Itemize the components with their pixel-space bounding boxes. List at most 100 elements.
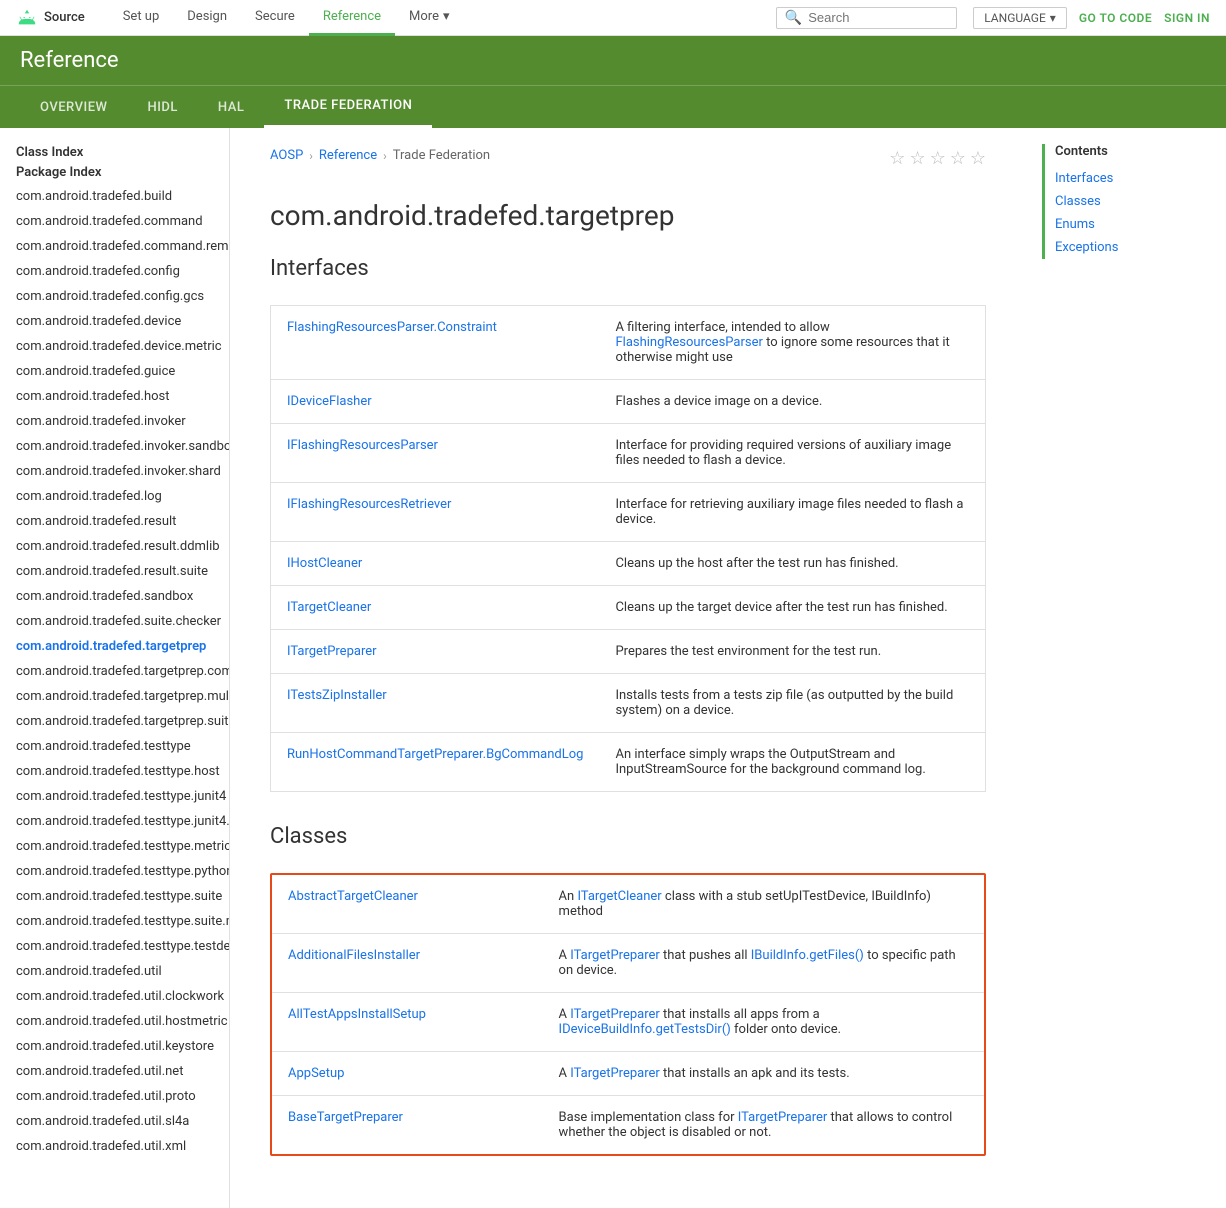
sidebar-link-18[interactable]: com.android.tradefed.targetprep — [0, 634, 229, 659]
star-5[interactable]: ☆ — [970, 148, 986, 169]
nav-setup[interactable]: Set up — [109, 0, 174, 36]
sidebar-link-0[interactable]: com.android.tradefed.build — [0, 184, 229, 209]
nav-design[interactable]: Design — [173, 0, 241, 36]
sidebar-link-20[interactable]: com.android.tradefed.targetprep.multi — [0, 684, 229, 709]
sidebar-link-30[interactable]: com.android.tradefed.testtype.testdefs — [0, 934, 229, 959]
interface-link-0[interactable]: FlashingResourcesParser.Constraint — [287, 320, 497, 335]
sidebar-link-38[interactable]: com.android.tradefed.util.xml — [0, 1134, 229, 1159]
nav-reference[interactable]: Reference — [309, 0, 395, 36]
search-input[interactable] — [808, 10, 948, 25]
sidebar-link-23[interactable]: com.android.tradefed.testtype.host — [0, 759, 229, 784]
sidebar-link-36[interactable]: com.android.tradefed.util.proto — [0, 1084, 229, 1109]
right-toc-link-1[interactable]: Classes — [1055, 190, 1206, 213]
sidebar-link-34[interactable]: com.android.tradefed.util.keystore — [0, 1034, 229, 1059]
sidebar-link-25[interactable]: com.android.tradefed.testtype.junit4.bui… — [0, 809, 229, 834]
sidebar-link-1[interactable]: com.android.tradefed.command — [0, 209, 229, 234]
interface-link-4[interactable]: IHostCleaner — [287, 556, 362, 571]
sign-in-button[interactable]: SIGN IN — [1164, 11, 1210, 25]
star-1[interactable]: ☆ — [889, 148, 905, 169]
nav-more[interactable]: More ▾ — [395, 0, 463, 36]
class-link-4[interactable]: BaseTargetPreparer — [288, 1110, 403, 1125]
sidebar-link-32[interactable]: com.android.tradefed.util.clockwork — [0, 984, 229, 1009]
subnav-trade-federation[interactable]: TRADE FEDERATION — [264, 86, 432, 128]
class-link-0[interactable]: AbstractTargetCleaner — [288, 889, 418, 904]
interface-link-2[interactable]: IFlashingResourcesParser — [287, 438, 438, 453]
class-link-2[interactable]: AllTestAppsInstallSetup — [288, 1007, 426, 1022]
interface-desc-link-0[interactable]: FlashingResourcesParser — [615, 335, 762, 350]
language-button[interactable]: LANGUAGE ▾ — [973, 7, 1067, 29]
subnav-overview[interactable]: OVERVIEW — [20, 88, 127, 127]
class-desc-1: A ITargetPreparer that pushes all IBuild… — [543, 934, 984, 993]
reference-banner: Reference — [0, 36, 1226, 85]
subnav-hidl[interactable]: HIDL — [127, 88, 197, 127]
interface-link-8[interactable]: RunHostCommandTargetPreparer.BgCommandLo… — [287, 747, 583, 762]
sidebar-link-11[interactable]: com.android.tradefed.invoker.shard — [0, 459, 229, 484]
sidebar-link-4[interactable]: com.android.tradefed.config.gcs — [0, 284, 229, 309]
sidebar-link-27[interactable]: com.android.tradefed.testtype.python — [0, 859, 229, 884]
class-link-1[interactable]: AdditionalFilesInstaller — [288, 948, 420, 963]
sidebar-package-index-section: Package Index — [0, 164, 229, 180]
sidebar-link-31[interactable]: com.android.tradefed.util — [0, 959, 229, 984]
top-navigation: Source Set up Design Secure Reference Mo… — [0, 0, 1226, 36]
sidebar-link-2[interactable]: com.android.tradefed.command.remote — [0, 234, 229, 259]
class-desc-link-0[interactable]: ITargetCleaner — [577, 889, 661, 904]
class-desc-link-1[interactable]: IBuildInfo.getFiles() — [751, 948, 864, 963]
sidebar-link-33[interactable]: com.android.tradefed.util.hostmetric — [0, 1009, 229, 1034]
sidebar-link-35[interactable]: com.android.tradefed.util.net — [0, 1059, 229, 1084]
class-desc-link-2[interactable]: ITargetPreparer — [570, 1007, 660, 1022]
subnav-hal[interactable]: HAL — [198, 88, 264, 127]
sidebar-link-37[interactable]: com.android.tradefed.util.sl4a — [0, 1109, 229, 1134]
star-4[interactable]: ☆ — [950, 148, 966, 169]
interface-link-5[interactable]: ITargetCleaner — [287, 600, 371, 615]
interfaces-section-heading: Interfaces — [270, 256, 986, 289]
interfaces-table-row: IFlashingResourcesRetriever Interface for… — [271, 483, 986, 542]
interface-link-7[interactable]: ITestsZipInstaller — [287, 688, 387, 703]
sidebar-link-8[interactable]: com.android.tradefed.host — [0, 384, 229, 409]
sidebar-link-28[interactable]: com.android.tradefed.testtype.suite — [0, 884, 229, 909]
sidebar-link-10[interactable]: com.android.tradefed.invoker.sandbox — [0, 434, 229, 459]
sidebar-link-16[interactable]: com.android.tradefed.sandbox — [0, 584, 229, 609]
sidebar-class-index-section: Class Index — [0, 144, 229, 160]
sidebar-link-14[interactable]: com.android.tradefed.result.ddmlib — [0, 534, 229, 559]
sidebar-link-21[interactable]: com.android.tradefed.targetprep.suite — [0, 709, 229, 734]
sidebar-link-13[interactable]: com.android.tradefed.result — [0, 509, 229, 534]
right-toc-link-0[interactable]: Interfaces — [1055, 167, 1206, 190]
sidebar-link-15[interactable]: com.android.tradefed.result.suite — [0, 559, 229, 584]
sidebar-link-6[interactable]: com.android.tradefed.device.metric — [0, 334, 229, 359]
search-area[interactable]: 🔍 — [776, 7, 957, 29]
class-desc-link-1[interactable]: ITargetPreparer — [570, 948, 660, 963]
sidebar-link-7[interactable]: com.android.tradefed.guice — [0, 359, 229, 384]
interface-link-3[interactable]: IFlashingResourcesRetriever — [287, 497, 451, 512]
interface-link-6[interactable]: ITargetPreparer — [287, 644, 377, 659]
chevron-down-icon: ▾ — [443, 9, 450, 24]
sidebar-link-29[interactable]: com.android.tradefed.testtype.suite.modu… — [0, 909, 229, 934]
star-3[interactable]: ☆ — [930, 148, 946, 169]
sidebar-link-5[interactable]: com.android.tradefed.device — [0, 309, 229, 334]
star-2[interactable]: ☆ — [909, 148, 925, 169]
interfaces-table: FlashingResourcesParser.ConstraintA filt… — [270, 305, 986, 792]
logo[interactable]: Source — [16, 7, 85, 29]
right-toc-link-3[interactable]: Exceptions — [1055, 236, 1206, 259]
breadcrumb-reference[interactable]: Reference — [319, 148, 377, 163]
class-desc-link-4[interactable]: ITargetPreparer — [738, 1110, 828, 1125]
go-to-code-button[interactable]: GO TO CODE — [1079, 11, 1152, 25]
class-desc-link-3[interactable]: ITargetPreparer — [570, 1066, 660, 1081]
sidebar-link-3[interactable]: com.android.tradefed.config — [0, 259, 229, 284]
class-desc-link-2[interactable]: IDeviceBuildInfo.getTestsDir() — [559, 1022, 731, 1037]
sidebar-link-12[interactable]: com.android.tradefed.log — [0, 484, 229, 509]
sidebar-link-26[interactable]: com.android.tradefed.testtype.metricregr… — [0, 834, 229, 859]
sidebar-link-9[interactable]: com.android.tradefed.invoker — [0, 409, 229, 434]
chevron-down-icon: ▾ — [1050, 11, 1056, 25]
interface-desc-3: Interface for retrieving auxiliary image… — [599, 483, 985, 542]
sidebar-link-24[interactable]: com.android.tradefed.testtype.junit4 — [0, 784, 229, 809]
nav-secure[interactable]: Secure — [241, 0, 309, 36]
sidebar-link-19[interactable]: com.android.tradefed.targetprep.companio… — [0, 659, 229, 684]
sidebar-link-17[interactable]: com.android.tradefed.suite.checker — [0, 609, 229, 634]
class-link-3[interactable]: AppSetup — [288, 1066, 344, 1081]
breadcrumb-aosp[interactable]: AOSP — [270, 148, 303, 163]
interface-link-1[interactable]: IDeviceFlasher — [287, 394, 372, 409]
right-toc-link-2[interactable]: Enums — [1055, 213, 1206, 236]
classes-table-row: AppSetupA ITargetPreparer that installs … — [272, 1052, 984, 1096]
logo-text: Source — [44, 10, 85, 25]
sidebar-link-22[interactable]: com.android.tradefed.testtype — [0, 734, 229, 759]
